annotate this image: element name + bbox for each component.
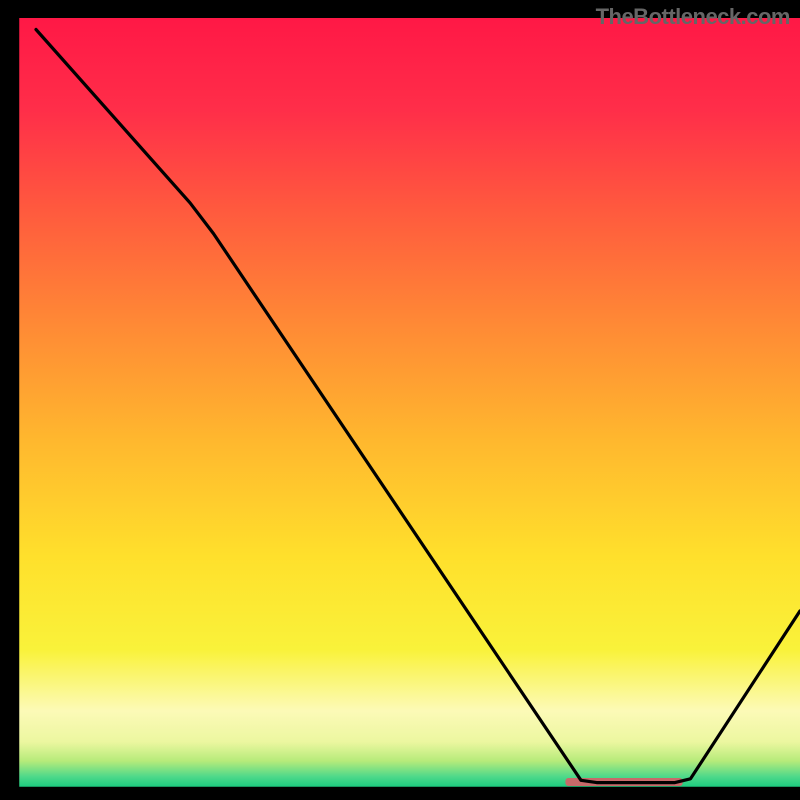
watermark-text: TheBottleneck.com [596, 4, 790, 30]
chart-svg [0, 0, 800, 800]
gradient-background [18, 18, 800, 788]
chart-container: TheBottleneck.com [0, 0, 800, 800]
